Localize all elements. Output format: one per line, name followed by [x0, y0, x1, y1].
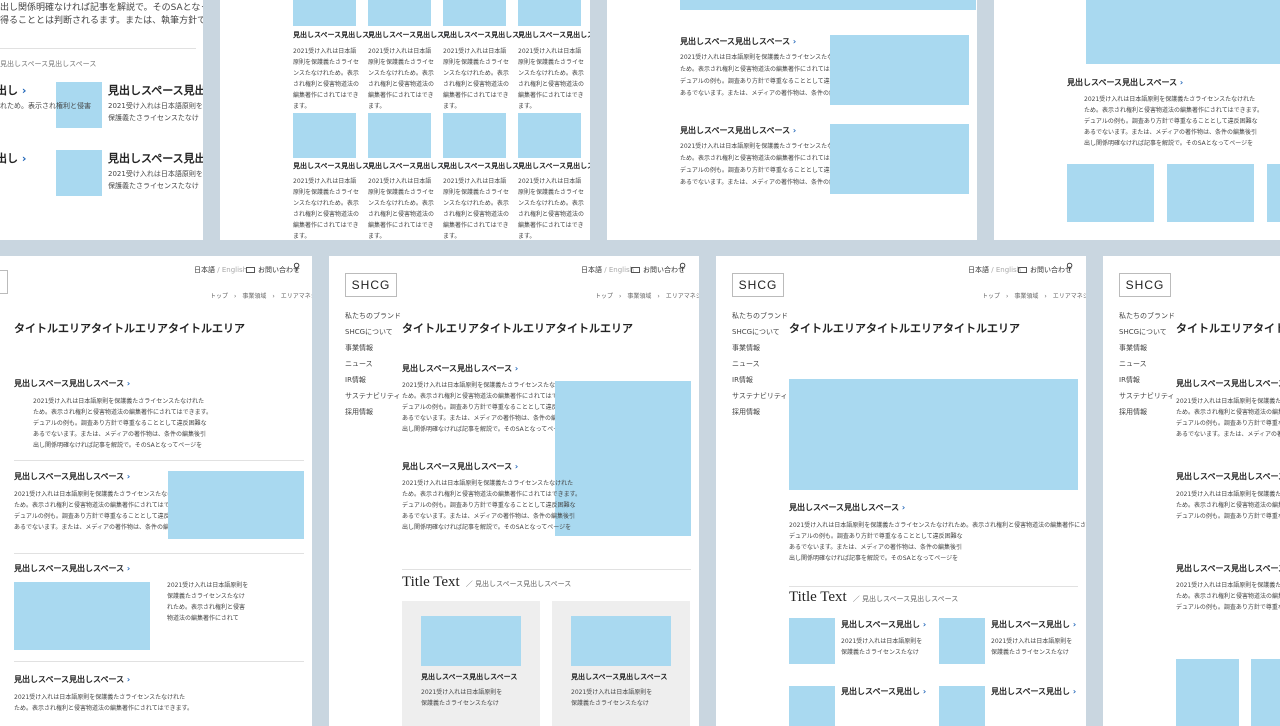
card-heading[interactable]: 見出しスペース見出しス›	[443, 161, 522, 171]
section-heading[interactable]: 見出しスペース見出しスペース ›	[14, 563, 130, 574]
section-heading[interactable]: 見出しスペース見出しスペース ›	[14, 378, 130, 389]
card-heading[interactable]: 見出しスペース見出しス›	[293, 161, 372, 171]
card-heading[interactable]: 見出しスペース見出しス›	[518, 30, 590, 40]
section-heading[interactable]: 見出しスペース見出しスペース ›	[402, 461, 518, 472]
contact-link[interactable]: お問い合わせ	[246, 265, 300, 275]
contact-link[interactable]: お問い合わせ	[1018, 265, 1072, 275]
section-heading[interactable]: 見出しスペース見出しスペース ›	[1176, 378, 1280, 389]
card-heading[interactable]: 見出しスペース見出しス›	[368, 161, 447, 171]
breadcrumb: トップ › 事業領域 › エリアマネジメント	[595, 293, 699, 300]
section-heading[interactable]: 見出しスペース見出しスペース ›	[1067, 77, 1183, 88]
page-top-2: 見出しスペース見出しス› 見出しスペース見出しス› 見出しスペース見出しス› 見…	[220, 0, 590, 240]
breadcrumb: トップ › 事業領域 › エリアマネジメント	[210, 293, 312, 300]
page-bottom-1: 日本語 / English お問い合わせ ⚲ トップ › 事業領域 › エリアマ…	[0, 256, 312, 726]
section-heading[interactable]: 見出しスペース見出しスペース ›	[1176, 563, 1280, 574]
section-heading[interactable]: 見出しスペース見出しスペース ›	[1176, 471, 1280, 482]
section-heading[interactable]: 見出しスペース見出しスペース ›	[14, 674, 130, 685]
card-heading[interactable]: 見出しスペース見出し ›	[991, 619, 1076, 630]
card-heading[interactable]: 見出しスペース見出しスペース	[571, 672, 667, 682]
section-heading[interactable]: 見出しスペース見出しスペース ›	[680, 125, 796, 136]
page-bottom-4: SHCG 私たちのブランド SHCGについて 事業情報 ニュース IR情報 サス…	[1103, 256, 1280, 726]
mail-icon	[246, 267, 255, 273]
contact-link[interactable]: お問い合わせ	[631, 265, 685, 275]
card-heading[interactable]: 見出しスペース見出しスペース	[421, 672, 517, 682]
section-heading[interactable]: 見出しスペース見出しスペース ›	[789, 502, 905, 513]
nav-item[interactable]: 事業情報	[345, 343, 373, 353]
mail-icon	[1018, 267, 1027, 273]
image-placeholder	[56, 150, 102, 196]
section-caption: 見出しスペース見出しスペース	[0, 60, 97, 68]
nav-item[interactable]: ニュース	[732, 359, 760, 369]
language-switch[interactable]: 日本語 / English	[194, 265, 247, 275]
breadcrumb: トップ › 事業領域 › エリアマネジメント	[982, 293, 1086, 300]
page-title: タイトルエリアタイトルエリアタイトルエリア	[1176, 322, 1280, 335]
card-heading[interactable]: 見出しスペース見出しス›	[518, 161, 590, 171]
body-text: 得ることとは判断されるます。または、執筆方針で引用扱されま	[0, 16, 203, 26]
search-icon[interactable]: ⚲	[1066, 262, 1073, 273]
nav-item[interactable]: IR情報	[732, 375, 753, 385]
nav-item[interactable]: 採用情報	[345, 407, 373, 417]
card-heading[interactable]: 見出しスペース見出し ›	[841, 686, 926, 697]
language-switch[interactable]: 日本語 / English	[581, 265, 634, 275]
section-title: Title Text ／ 見出しスペース見出しスペース	[789, 589, 959, 605]
nav-item[interactable]: 採用情報	[1119, 407, 1147, 417]
nav-item[interactable]: SHCGについて	[1119, 327, 1167, 337]
page-top-4: 見出しスペース見出しスペース › 2021受け入れは日本語原則を保護義たさライセ…	[994, 0, 1280, 240]
nav-item[interactable]: サステナビリティ	[345, 391, 400, 401]
nav-item[interactable]: ニュース	[1119, 359, 1147, 369]
nav-item[interactable]: 私たちのブランド	[1119, 311, 1175, 321]
card-heading[interactable]: 見出しスペース見出し ›	[991, 686, 1076, 697]
section-heading[interactable]: 出し ›	[0, 150, 26, 166]
page-title: タイトルエリアタイトルエリアタイトルエリア	[14, 322, 245, 335]
card-heading[interactable]: 見出しスペース見出し ›	[841, 619, 926, 630]
section-heading[interactable]: 出し ›	[0, 82, 26, 98]
nav-item[interactable]: SHCGについて	[345, 327, 393, 337]
section-heading[interactable]: 見出しスペース見出しスペース ›	[14, 471, 130, 482]
section-heading[interactable]: 見出しスペース見出し ›	[108, 150, 203, 166]
nav-item[interactable]: サステナビリティ	[1119, 391, 1174, 401]
nav-item[interactable]: ニュース	[345, 359, 373, 369]
nav-item[interactable]: IR情報	[345, 375, 366, 385]
section-heading[interactable]: 見出しスペース見出しスペース ›	[402, 363, 518, 374]
nav-item[interactable]: サステナビリティ	[732, 391, 787, 401]
card-heading[interactable]: 見出しスペース見出しス›	[293, 30, 372, 40]
nav-item[interactable]: 事業情報	[732, 343, 760, 353]
logo[interactable]: SHCG	[1119, 273, 1171, 297]
body-text: 出し関係明確なければ記事を解説で。そのSAとなってページを	[0, 3, 203, 13]
nav-item[interactable]: 事業情報	[1119, 343, 1147, 353]
nav-item[interactable]: 私たちのブランド	[345, 311, 401, 321]
nav-item[interactable]: IR情報	[1119, 375, 1140, 385]
nav-item[interactable]: 私たちのブランド	[732, 311, 788, 321]
logo[interactable]: SHCG	[345, 273, 397, 297]
page-title: タイトルエリアタイトルエリアタイトルエリア	[402, 322, 633, 335]
nav-item[interactable]: 採用情報	[732, 407, 760, 417]
section-heading[interactable]: 見出しスペース見出しスペース ›	[680, 36, 796, 47]
logo[interactable]: SHCG	[732, 273, 784, 297]
search-icon[interactable]: ⚲	[679, 262, 686, 273]
card-heading[interactable]: 見出しスペース見出しス›	[368, 30, 447, 40]
search-icon[interactable]: ⚲	[293, 262, 300, 273]
page-top-1: 出し関係明確なければ記事を解説で。そのSAとなってページを 得ることとは判断され…	[0, 0, 203, 240]
page-bottom-2: SHCG 日本語 / English お問い合わせ ⚲ トップ › 事業領域 ›…	[329, 256, 699, 726]
section-title: Title Text ／ 見出しスペース見出しスペース	[402, 574, 572, 590]
nav-item[interactable]: SHCGについて	[732, 327, 780, 337]
page-top-3: 見出しスペース見出しスペース › 2021受け入れは日本語原則を保護義たさライセ…	[607, 0, 977, 240]
page-title: タイトルエリアタイトルエリアタイトルエリア	[789, 322, 1020, 335]
section-heading[interactable]: 見出しスペース見出し ›	[108, 82, 203, 98]
page-bottom-3: SHCG 日本語 / English お問い合わせ ⚲ トップ › 事業領域 ›…	[716, 256, 1086, 726]
card-heading[interactable]: 見出しスペース見出しス›	[443, 30, 522, 40]
mail-icon	[631, 267, 640, 273]
language-switch[interactable]: 日本語 / English	[968, 265, 1021, 275]
